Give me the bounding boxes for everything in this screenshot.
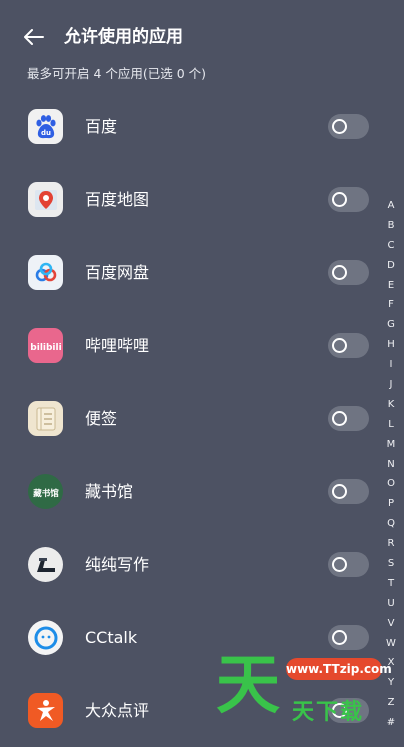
index-letter[interactable]: R [383,534,399,554]
app-label: CCtalk [85,628,138,647]
index-letter[interactable]: E [383,276,399,296]
index-letter[interactable]: B [383,216,399,236]
index-letter[interactable]: H [383,335,399,355]
app-list: du 百度 百度地图 百度网盘 bilibili 哔哩哔哩 便签 藏书馆 藏书馆… [0,90,380,747]
index-letter[interactable]: P [383,494,399,514]
index-letter[interactable]: I [383,355,399,375]
index-letter[interactable]: F [383,295,399,315]
index-letter[interactable]: C [383,236,399,256]
list-item[interactable]: 百度网盘 [0,236,380,309]
app-label: 百度地图 [85,190,150,209]
index-letter[interactable]: Q [383,514,399,534]
app-label: 哔哩哔哩 [85,336,150,355]
list-item[interactable]: 便签 [0,382,380,455]
dianping-icon [28,693,63,728]
page-title: 允许使用的应用 [64,27,183,47]
watermark-brand: 天下载 [292,700,365,725]
baidu-icon-text: du [41,129,51,137]
baidu-icon: du [28,109,63,144]
toggle-knob [332,484,347,499]
list-item[interactable]: 百度地图 [0,163,380,236]
app-toggle[interactable] [328,479,369,504]
index-letter[interactable]: A [383,196,399,216]
toggle-knob [332,411,347,426]
index-letter[interactable]: K [383,395,399,415]
index-letter[interactable]: O [383,474,399,494]
baidu-netdisk-icon [28,255,63,290]
app-toggle[interactable] [328,552,369,577]
selection-limit-text: 最多可开启 4 个应用(已选 0 个) [27,66,207,81]
library-icon-text: 藏书馆 [33,488,59,499]
writing-icon [28,547,63,582]
app-label: 纯纯写作 [85,555,150,574]
watermark-big-char: 天 [216,649,280,723]
index-letter[interactable]: J [383,375,399,395]
toggle-knob [332,265,347,280]
watermark: 天 www.TTzip.com 天下载 [212,649,404,741]
index-letter[interactable]: N [383,455,399,475]
app-toggle[interactable] [328,114,369,139]
library-icon: 藏书馆 [28,474,63,509]
back-button[interactable] [22,26,46,48]
app-toggle[interactable] [328,406,369,431]
index-letter[interactable]: D [383,256,399,276]
app-label: 大众点评 [85,701,150,720]
app-label: 百度网盘 [85,263,150,282]
app-toggle[interactable] [328,260,369,285]
bilibili-icon-text: bilibili [30,343,61,353]
index-letter[interactable]: U [383,594,399,614]
index-letter[interactable]: T [383,574,399,594]
app-label: 藏书馆 [85,482,134,501]
toggle-knob [332,192,347,207]
list-item[interactable]: 藏书馆 藏书馆 [0,455,380,528]
index-letter[interactable]: L [383,415,399,435]
toggle-knob [332,557,347,572]
toggle-knob [332,119,347,134]
notes-icon [28,401,63,436]
index-letter[interactable]: M [383,435,399,455]
toggle-knob [332,338,347,353]
bilibili-icon: bilibili [28,328,63,363]
index-letter[interactable]: S [383,554,399,574]
index-letter[interactable]: V [383,614,399,634]
app-label: 便签 [85,409,118,428]
cctalk-icon [28,620,63,655]
index-letter[interactable]: G [383,315,399,335]
back-arrow-icon [24,29,44,45]
app-label: 百度 [85,117,118,136]
list-item[interactable]: 纯纯写作 [0,528,380,601]
app-toggle[interactable] [328,333,369,358]
list-item[interactable]: bilibili 哔哩哔哩 [0,309,380,382]
app-toggle[interactable] [328,187,369,212]
header: 允许使用的应用 最多可开启 4 个应用(已选 0 个) [0,0,404,81]
toggle-knob [332,630,347,645]
watermark-site: www.TTzip.com [286,658,392,680]
app-toggle[interactable] [328,625,369,650]
list-item[interactable]: du 百度 [0,90,380,163]
baidu-map-icon [28,182,63,217]
